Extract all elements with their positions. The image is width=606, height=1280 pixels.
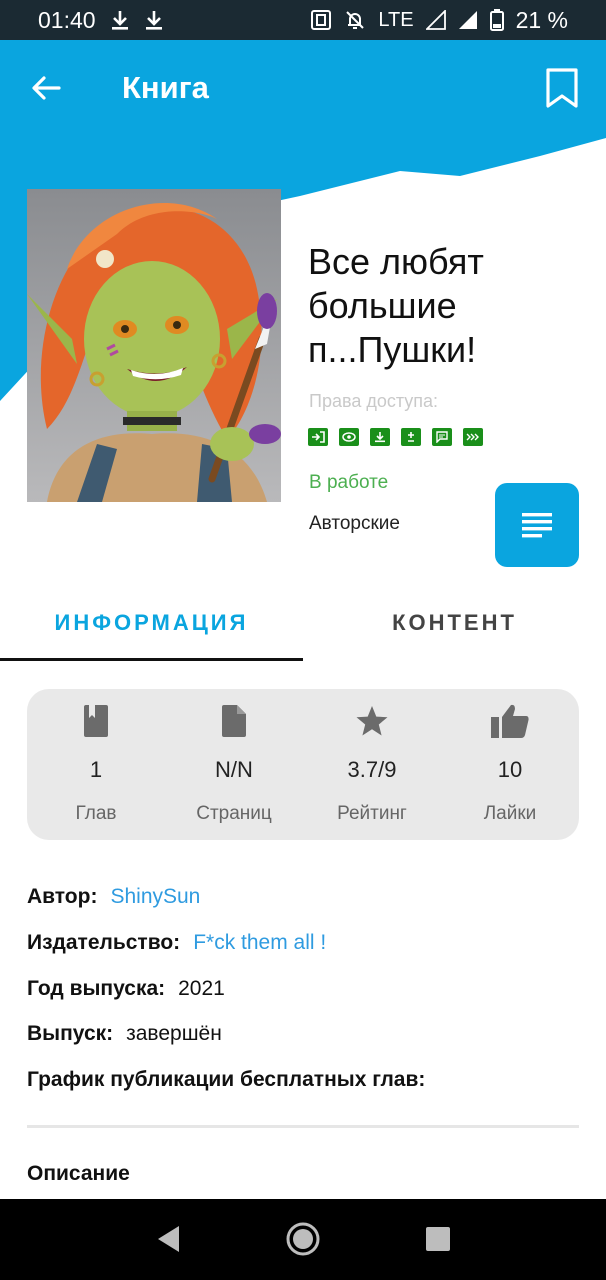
signal-icon (425, 10, 446, 30)
arrow-left-icon (32, 76, 61, 100)
signal-icon (458, 10, 478, 30)
stat-rating: 3.7/9 Рейтинг (303, 689, 441, 840)
tab-content[interactable]: КОНТЕНТ (303, 585, 606, 661)
bookmark-button[interactable] (538, 64, 586, 112)
stat-pages: N/N Страниц (165, 689, 303, 840)
author-key: Автор: (27, 885, 98, 908)
author-link[interactable]: ShinySun (110, 885, 200, 909)
stat-likes: 10 Лайки (441, 689, 579, 840)
page-icon (221, 703, 247, 739)
forward-icon (463, 428, 483, 446)
stat-label: Лайки (483, 803, 537, 824)
book-rights: Авторские (309, 513, 400, 534)
tab-information[interactable]: ИНФОРМАЦИЯ (0, 585, 303, 661)
star-icon (355, 703, 389, 739)
battery-icon (489, 9, 504, 31)
stat-value: 1 (89, 757, 103, 782)
list-icon (522, 513, 552, 538)
app-title: Книга (122, 70, 209, 105)
nav-home-button[interactable] (283, 1219, 323, 1259)
year-key: Год выпуска: (27, 977, 166, 1000)
eye-icon (339, 428, 359, 446)
system-nav-bar (0, 1199, 606, 1280)
stat-value: 10 (497, 757, 523, 782)
release-value: завершён (126, 1022, 222, 1045)
download-icon (144, 9, 164, 31)
year-row: Год выпуска: 2021 (27, 977, 225, 1001)
square-recents-icon (426, 1227, 450, 1251)
status-bar: 01:40 LTE 21 % (0, 0, 606, 40)
thumb-up-icon (490, 703, 530, 739)
description-title: Описание (27, 1162, 130, 1185)
download-icon (110, 9, 130, 31)
access-label: Права доступа: (309, 391, 439, 411)
book-icon (83, 703, 109, 739)
plus-minus-icon (401, 428, 421, 446)
book-status: В работе (309, 472, 389, 493)
release-key: Выпуск: (27, 1022, 114, 1045)
battery-level: 21 % (515, 6, 568, 33)
app-bar: Книга (0, 40, 606, 136)
nav-recents-button[interactable] (420, 1221, 456, 1257)
stats-card: 1 Глав N/N Страниц 3.7/9 Рейтинг 10 Лайк… (27, 689, 579, 840)
bookmark-icon (546, 68, 578, 108)
book-title: Все любят большие п...Пушки! (308, 241, 484, 370)
tab-bar: ИНФОРМАЦИЯ КОНТЕНТ (0, 585, 606, 661)
stat-value: N/N (215, 757, 253, 782)
publisher-link[interactable]: F*ck them all ! (193, 931, 326, 955)
tab-indicator (0, 658, 303, 661)
schedule-key: График публикации бесплатных глав: (27, 1068, 426, 1091)
status-time: 01:40 (38, 6, 96, 33)
back-button[interactable] (26, 68, 66, 108)
stat-value: 3.7/9 (347, 757, 397, 782)
enter-icon (308, 428, 328, 446)
circle-home-icon (286, 1222, 320, 1256)
download-icon (370, 428, 390, 446)
comment-icon (432, 428, 452, 446)
triangle-back-icon (158, 1226, 179, 1252)
cover-illustration (27, 189, 281, 502)
stat-label: Страниц (196, 803, 272, 824)
nfc-icon (310, 9, 332, 31)
stat-chapters: 1 Глав (27, 689, 165, 840)
stat-label: Рейтинг (337, 803, 407, 824)
year-value: 2021 (178, 977, 225, 1000)
schedule-row: График публикации бесплатных глав: (27, 1068, 425, 1092)
nav-back-button[interactable] (150, 1221, 186, 1257)
stat-label: Глав (75, 803, 117, 824)
release-row: Выпуск: завершён (27, 1022, 222, 1046)
book-cover-image[interactable] (27, 189, 281, 502)
network-type: LTE (378, 8, 414, 31)
publisher-row: Издательство: F*ck them all ! (27, 931, 326, 955)
publisher-key: Издательство: (27, 931, 181, 954)
divider (27, 1125, 579, 1128)
mute-icon (344, 9, 366, 31)
access-icons (308, 428, 483, 446)
table-of-contents-button[interactable] (495, 483, 579, 567)
author-row: Автор: ShinySun (27, 885, 200, 909)
